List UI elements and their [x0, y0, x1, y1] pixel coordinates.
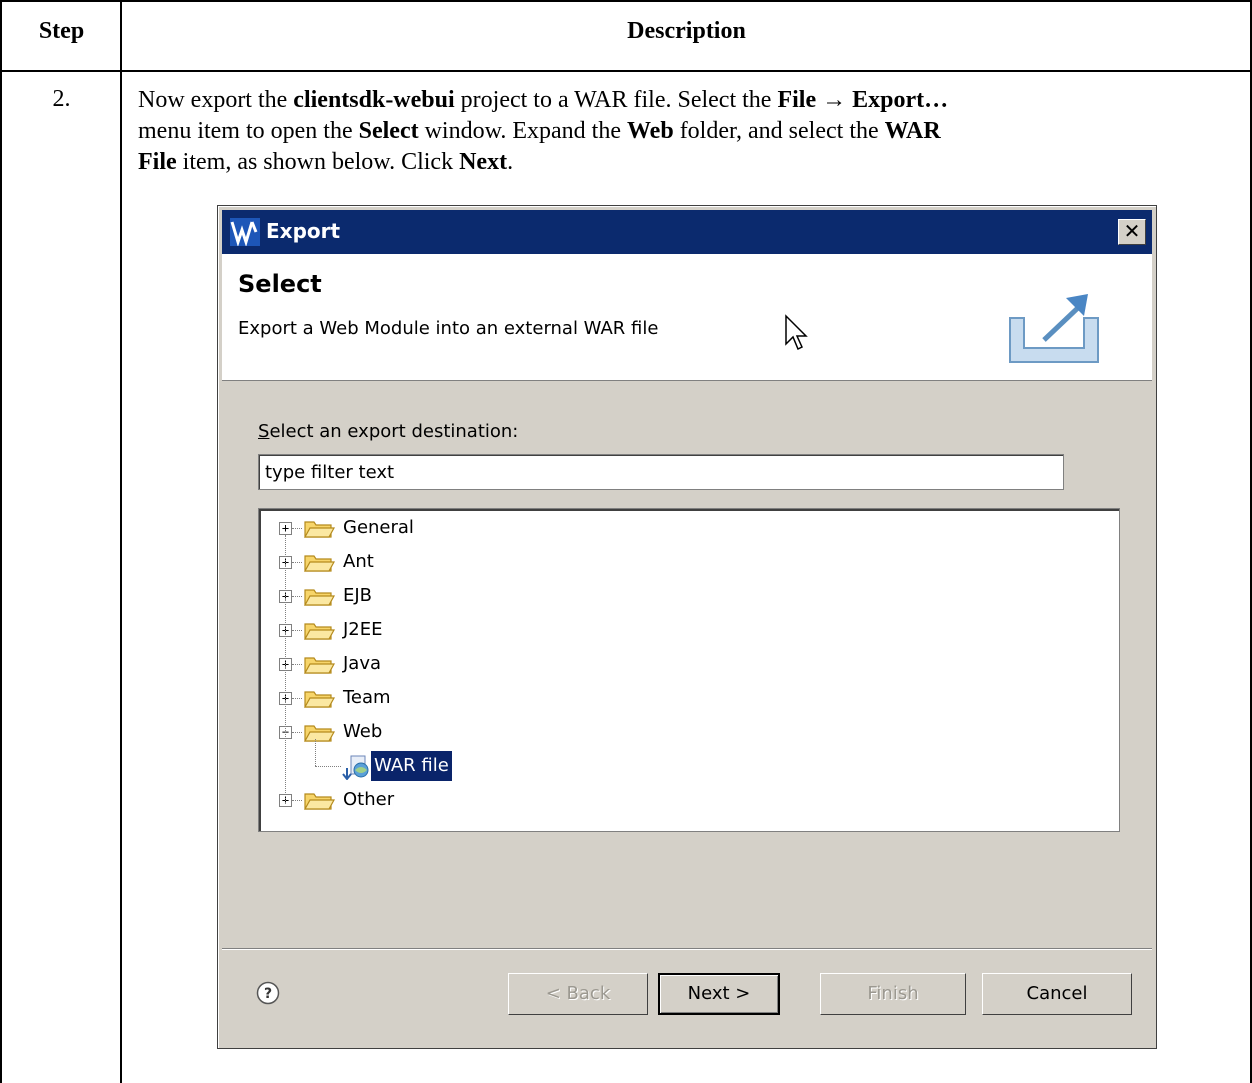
tree-item-j2ee[interactable]: + J2EE	[259, 615, 1119, 645]
instruction-text-run: clientsdk-webui	[293, 87, 455, 113]
tree-item-general[interactable]: + General	[259, 513, 1119, 543]
close-icon: ✕	[1123, 219, 1141, 243]
expand-icon[interactable]: +	[279, 522, 292, 535]
tree-connector	[292, 630, 302, 631]
instruction-text-run: folder, and select the	[673, 118, 885, 144]
tree-connector	[292, 562, 302, 563]
tree-item-ant[interactable]: + Ant	[259, 547, 1119, 577]
instruction-text-run: window. Expand the	[418, 118, 627, 144]
export-wizard-icon	[1009, 294, 1099, 363]
tree-item-label: WAR file	[370, 750, 453, 782]
wizard-page-title: Select	[238, 270, 322, 298]
wizard-banner: Select Export a Web Module into an exter…	[222, 254, 1152, 381]
tree-connector	[315, 739, 316, 766]
tree-connector	[292, 732, 302, 733]
war-file-icon	[341, 754, 373, 781]
folder-icon	[303, 653, 336, 675]
step-instructions: Now export the clientsdk-webui project t…	[138, 85, 1238, 178]
tree-item-label: J2EE	[343, 619, 383, 640]
label-mnemonic: S	[258, 421, 270, 442]
export-destination-tree[interactable]: + General + Ant + EJB + J2EE + Java + Team − Web WAR f…	[258, 508, 1120, 832]
folder-icon	[303, 551, 336, 573]
destination-label: Select an export destination:	[258, 421, 518, 442]
tree-connector	[292, 664, 302, 665]
table-border-left	[0, 0, 2, 1083]
instruction-text-run: menu item to open the	[138, 118, 359, 144]
table-header-divider	[0, 70, 1252, 72]
tree-connector	[292, 800, 302, 801]
tree-item-ejb[interactable]: + EJB	[259, 581, 1119, 611]
instruction-text-run: Web	[627, 118, 674, 144]
tree-item-label: General	[343, 517, 414, 538]
button-bar-separator	[222, 948, 1152, 950]
tree-connector	[292, 528, 302, 529]
instruction-text-run: project to a WAR file. Select the	[454, 87, 778, 113]
tree-item-label: Other	[343, 789, 395, 810]
folder-icon	[303, 687, 336, 709]
header-step: Step	[38, 18, 85, 44]
filter-input[interactable]	[258, 454, 1064, 490]
tree-trunk-line	[285, 535, 286, 803]
tree-item-other[interactable]: + Other	[259, 785, 1119, 815]
wizard-page-description: Export a Web Module into an external WAR…	[238, 318, 659, 339]
header-description: Description	[627, 18, 746, 44]
cancel-button[interactable]: Cancel	[982, 973, 1132, 1015]
step-number: 2.	[52, 86, 71, 112]
tree-connector	[292, 596, 302, 597]
instruction-text-run: Select	[358, 118, 419, 144]
instruction-text-run: File	[138, 149, 177, 175]
instruction-text-run: .	[507, 149, 514, 175]
folder-icon	[303, 585, 336, 607]
folder-icon	[303, 517, 336, 539]
back-button[interactable]: < Back	[508, 973, 648, 1015]
instruction-line-1: Now export the clientsdk-webui project t…	[138, 85, 1238, 116]
tree-item-web[interactable]: − Web	[259, 717, 1119, 747]
table-border-top	[0, 0, 1252, 2]
folder-icon	[303, 619, 336, 641]
websphere-logo-icon	[230, 218, 260, 246]
instruction-text-run: WAR	[884, 118, 941, 144]
tree-item-label: Ant	[343, 551, 374, 572]
mouse-cursor-icon	[785, 314, 808, 351]
tree-item-label: Java	[343, 653, 382, 674]
tree-item-label: EJB	[343, 585, 373, 606]
instruction-text-run: Next	[459, 149, 508, 175]
label-text: elect an export destination:	[269, 421, 519, 442]
instruction-text-run: item, as shown below. Click	[176, 149, 460, 175]
folder-icon	[303, 789, 336, 811]
next-button[interactable]: Next >	[658, 973, 780, 1015]
tree-item-label: Web	[343, 721, 383, 742]
tree-item-war-file[interactable]: WAR file	[259, 739, 1119, 782]
tree-item-java[interactable]: + Java	[259, 649, 1119, 679]
help-icon[interactable]: ?	[256, 981, 280, 1005]
instruction-text-run: File → Export…	[777, 87, 949, 113]
table-column-divider	[120, 0, 122, 1083]
tree-item-team[interactable]: + Team	[259, 683, 1119, 713]
tree-connector	[315, 766, 341, 767]
tree-item-label: Team	[343, 687, 391, 708]
folder-icon	[303, 721, 336, 743]
instruction-line-2: menu item to open the Select window. Exp…	[138, 116, 1238, 147]
dialog-title: Export	[266, 219, 341, 243]
finish-button[interactable]: Finish	[820, 973, 966, 1015]
instruction-line-3: File item, as shown below. Click Next.	[138, 147, 1238, 178]
instruction-text-run: Now export the	[138, 87, 294, 113]
dialog-title-bar[interactable]: Export ✕	[222, 210, 1152, 254]
tree-connector	[292, 698, 302, 699]
export-dialog: Export ✕ Select Export a Web Module into…	[217, 205, 1157, 1049]
close-button[interactable]: ✕	[1118, 219, 1146, 245]
svg-text:?: ?	[264, 986, 272, 1002]
